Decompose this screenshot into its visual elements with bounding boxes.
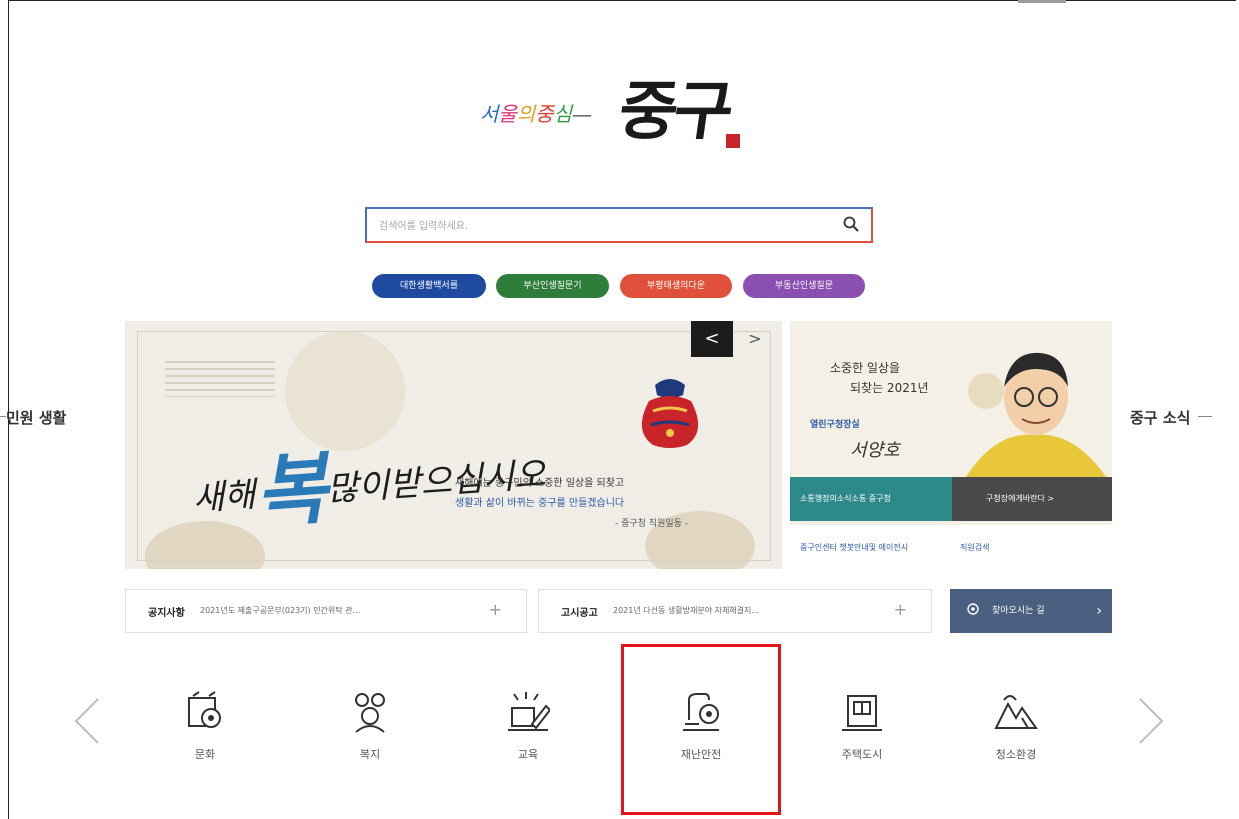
banner-text-1: 새해에는 중구민의 소중한 일상을 되찾고 (455, 478, 625, 489)
directions-label: 찾아오시는 길 (992, 606, 1045, 616)
search-icon[interactable] (843, 216, 859, 232)
banner-signature: - 중구청 직원일동 - (615, 519, 689, 529)
category-label: 문화 (194, 748, 216, 761)
plus-icon[interactable]: + (489, 600, 502, 619)
announcement-bar[interactable]: 고시공고 2021년 다선동 생활방재분야 자체해결지... + (538, 589, 932, 633)
main-banner[interactable]: 새해복많이받으십시오 새해에는 중구민의 소중한 일상을 되찾고 생활과 삶이 … (125, 321, 782, 569)
quick-link-2[interactable]: 부산인생질문기 (496, 274, 609, 298)
announcement-title: 고시공고 (561, 608, 598, 619)
education-icon (508, 692, 550, 731)
housing-icon (842, 695, 882, 731)
environment-icon (994, 695, 1038, 729)
top-tab-marker (1018, 0, 1066, 3)
category-culture[interactable]: 문화 (165, 690, 245, 780)
logo-subtitle: 서울의중심— (480, 102, 593, 126)
category-prev-button[interactable] (72, 697, 102, 745)
mayor-card[interactable]: 소중한 일상을 되찾는 2021년 열린구청장실 서양호 소통행정의소식소통 중… (790, 321, 1112, 571)
mayor-strip: 소통행정의소식소통 중구청 구청장에게바란다 > (790, 477, 1112, 521)
side-menu-civil[interactable]: 민원 생활 (0, 407, 66, 428)
banner-next-button[interactable]: > (735, 321, 775, 357)
notice-title: 공지사항 (148, 608, 185, 619)
location-pin-icon (967, 603, 979, 615)
side-menu-news[interactable]: 중구 소식 (1130, 407, 1214, 428)
culture-icon (188, 691, 221, 728)
highlight-box (621, 644, 781, 815)
banner-prev-button[interactable]: < (691, 321, 733, 357)
chevron-right-icon: › (1096, 603, 1102, 619)
category-next-button[interactable] (1136, 697, 1166, 745)
plus-icon[interactable]: + (894, 600, 907, 619)
quick-link-1[interactable]: 대한생활백서를 (372, 274, 486, 298)
petition-link[interactable]: 구청장에게바란다 > (952, 477, 1112, 521)
category-environment[interactable]: 청소환경 (976, 690, 1056, 780)
mayor-portrait (966, 352, 1106, 477)
search-input[interactable] (377, 215, 821, 237)
banner-text-2: 생활과 삶이 바뀌는 중구를 만들겠습니다 (455, 498, 625, 509)
site-logo[interactable]: 서울의중심— 중구 (480, 60, 760, 160)
category-label: 복지 (359, 748, 381, 761)
quick-link-4[interactable]: 부동산인생질문 (743, 274, 865, 298)
logo-seal (726, 134, 740, 148)
category-welfare[interactable]: 복지 (330, 690, 410, 780)
notification-link[interactable]: 소통행정의소식소통 중구청 (790, 477, 952, 521)
mayor-message-1: 소중한 일상을 (830, 361, 901, 375)
announcement-content[interactable]: 2021년 다선동 생활방재분야 자체해결지... (613, 605, 759, 616)
category-label: 주택도시 (841, 748, 883, 761)
notice-bar[interactable]: 공지사항 2021년도 제출구공문부(023기) 민간위탁 관... + (125, 589, 527, 633)
logo-title: 중구 (613, 74, 735, 149)
mayor-role: 열린구청장실 (810, 420, 860, 430)
lucky-pouch-icon (641, 379, 699, 448)
notice-content[interactable]: 2021년도 제출구공문부(023기) 민간위탁 관... (200, 605, 360, 616)
category-housing[interactable]: 주택도시 (822, 690, 902, 780)
directions-button[interactable]: 찾아오시는 길 › (950, 589, 1112, 633)
quick-link-3[interactable]: 부평태생의다운 (620, 274, 732, 298)
help-center-link[interactable]: 중구인센터 챗봇안내및 에이전시 (800, 525, 950, 571)
mayor-message-2: 되찾는 2021년 (850, 381, 929, 395)
search-box (365, 207, 873, 243)
mayor-links: 중구인센터 챗봇안내및 에이전시 직원검색 (790, 525, 1112, 571)
category-label: 교육 (517, 748, 539, 761)
mayor-name: 서양호 (850, 440, 900, 461)
welfare-icon (355, 693, 385, 733)
category-education[interactable]: 교육 (488, 690, 568, 780)
category-label: 청소환경 (995, 748, 1037, 761)
staff-search-link[interactable]: 직원검색 (960, 525, 1100, 571)
